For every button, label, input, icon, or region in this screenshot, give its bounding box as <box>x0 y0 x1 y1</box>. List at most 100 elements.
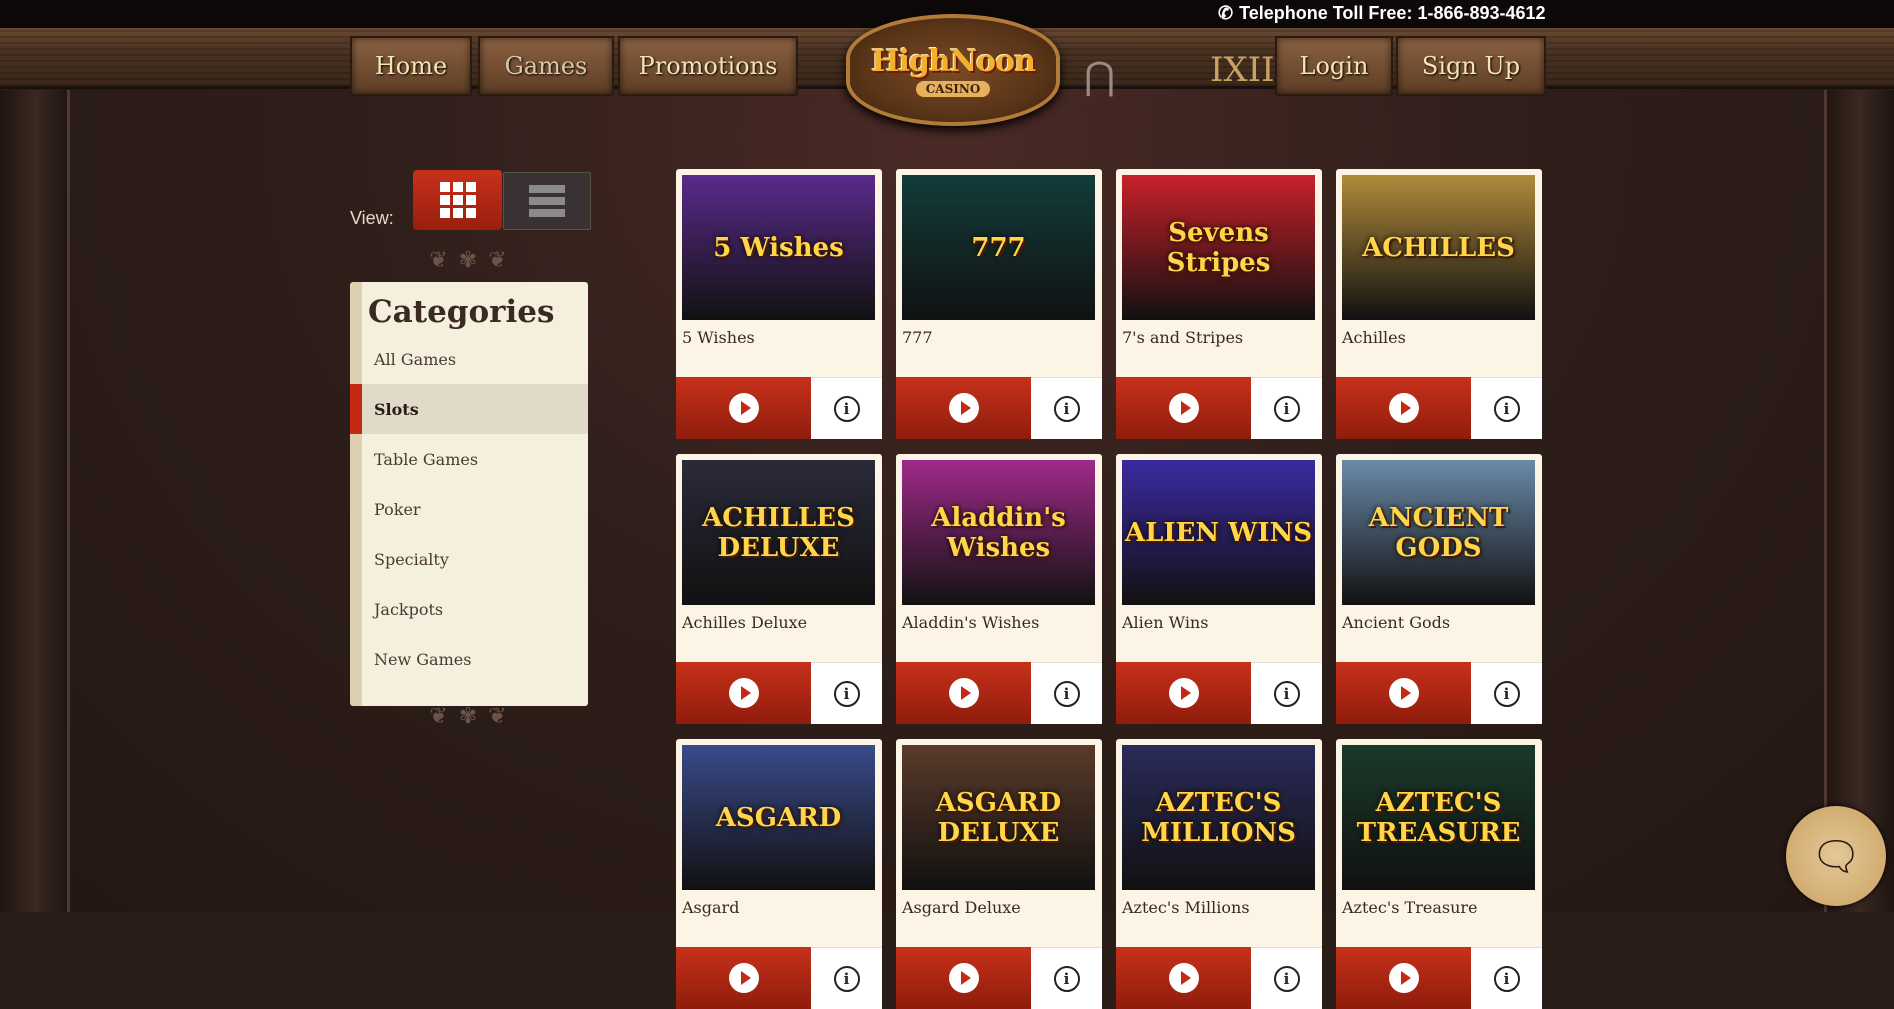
game-card[interactable]: ASGARD Asgard i <box>676 739 882 1009</box>
play-button[interactable] <box>896 377 1031 439</box>
game-actions: i <box>1336 662 1542 724</box>
play-button[interactable] <box>896 947 1031 1009</box>
category-jackpots[interactable]: Jackpots <box>362 584 588 634</box>
info-button[interactable]: i <box>1031 662 1102 724</box>
game-card[interactable]: ACHILLES DELUXE Achilles Deluxe i <box>676 454 882 724</box>
nav-login[interactable]: Login <box>1275 36 1393 96</box>
game-thumbnail[interactable]: AZTEC'S MILLIONS <box>1122 745 1315 890</box>
game-thumbnail[interactable]: AZTEC'S TREASURE <box>1342 745 1535 890</box>
play-button[interactable] <box>896 662 1031 724</box>
categories-title: Categories <box>368 294 555 330</box>
game-actions: i <box>1336 947 1542 1009</box>
info-icon: i <box>1273 395 1300 422</box>
play-icon <box>728 393 759 423</box>
info-button[interactable]: i <box>1031 377 1102 439</box>
category-slots[interactable]: Slots <box>350 384 588 434</box>
grid-icon <box>439 182 476 218</box>
play-button[interactable] <box>1336 377 1471 439</box>
nav-home[interactable]: Home <box>350 36 472 96</box>
game-name: Aztec's Treasure <box>1342 898 1478 917</box>
game-card[interactable]: ALIEN WINS Alien Wins i <box>1116 454 1322 724</box>
game-thumbnail[interactable]: 777 <box>902 175 1095 320</box>
game-name: Asgard Deluxe <box>902 898 1021 917</box>
game-card[interactable]: AZTEC'S TREASURE Aztec's Treasure i <box>1336 739 1542 1009</box>
play-button[interactable] <box>1336 662 1471 724</box>
play-icon <box>948 963 979 993</box>
play-icon <box>728 678 759 708</box>
game-thumbnail[interactable]: Sevens Stripes <box>1122 175 1315 320</box>
game-thumbnail[interactable]: ASGARD DELUXE <box>902 745 1095 890</box>
game-thumbnail[interactable]: ACHILLES DELUXE <box>682 460 875 605</box>
category-all-games[interactable]: All Games <box>362 334 588 384</box>
ornament-bottom-icon: ❦ ✾ ❦ <box>429 704 509 729</box>
info-icon: i <box>833 680 860 707</box>
game-actions: i <box>1116 377 1322 439</box>
info-button[interactable]: i <box>1031 947 1102 1009</box>
info-button[interactable]: i <box>1471 377 1542 439</box>
clock-icon: IXII <box>1210 50 1275 90</box>
play-button[interactable] <box>676 377 811 439</box>
play-icon <box>1388 963 1419 993</box>
game-actions: i <box>676 947 882 1009</box>
info-button[interactable]: i <box>1471 662 1542 724</box>
game-thumbnail[interactable]: 5 Wishes <box>682 175 875 320</box>
game-card[interactable]: 5 Wishes 5 Wishes i <box>676 169 882 439</box>
play-button[interactable] <box>1116 662 1251 724</box>
info-button[interactable]: i <box>1251 377 1322 439</box>
info-button[interactable]: i <box>811 662 882 724</box>
play-button[interactable] <box>1336 947 1471 1009</box>
game-thumbnail[interactable]: ALIEN WINS <box>1122 460 1315 605</box>
logo-text: HighNoon <box>871 43 1036 79</box>
chat-button[interactable]: 🗨 <box>1786 806 1886 906</box>
game-thumbnail[interactable]: ACHILLES <box>1342 175 1535 320</box>
game-thumbnail[interactable]: ANCIENT GODS <box>1342 460 1535 605</box>
game-thumbnail[interactable]: Aladdin's Wishes <box>902 460 1095 605</box>
game-name: Achilles <box>1342 328 1406 347</box>
info-button[interactable]: i <box>1251 662 1322 724</box>
game-card[interactable]: Sevens Stripes 7's and Stripes i <box>1116 169 1322 439</box>
list-view-button[interactable] <box>503 172 591 230</box>
play-button[interactable] <box>676 662 811 724</box>
left-frame <box>0 90 70 912</box>
play-button[interactable] <box>1116 947 1251 1009</box>
game-name: Alien Wins <box>1122 613 1209 632</box>
play-button[interactable] <box>676 947 811 1009</box>
info-button[interactable]: i <box>811 947 882 1009</box>
casino-logo[interactable]: HighNoon CASINO <box>846 14 1060 126</box>
phone-label: Telephone Toll Free: 1-866-893-4612 <box>1239 3 1546 23</box>
category-table-games[interactable]: Table Games <box>362 434 588 484</box>
play-icon <box>1168 963 1199 993</box>
game-thumbnail[interactable]: ASGARD <box>682 745 875 890</box>
category-poker[interactable]: Poker <box>362 484 588 534</box>
info-icon: i <box>833 965 860 992</box>
nav-promotions[interactable]: Promotions <box>618 36 798 96</box>
play-icon <box>948 393 979 423</box>
game-card[interactable]: ANCIENT GODS Ancient Gods i <box>1336 454 1542 724</box>
nav-signup[interactable]: Sign Up <box>1396 36 1546 96</box>
right-frame <box>1824 90 1894 912</box>
category-new-games[interactable]: New Games <box>362 634 588 684</box>
game-card[interactable]: AZTEC'S MILLIONS Aztec's Millions i <box>1116 739 1322 1009</box>
info-button[interactable]: i <box>1471 947 1542 1009</box>
game-card[interactable]: ASGARD DELUXE Asgard Deluxe i <box>896 739 1102 1009</box>
game-actions: i <box>1116 947 1322 1009</box>
game-actions: i <box>896 947 1102 1009</box>
game-card[interactable]: 777 777 i <box>896 169 1102 439</box>
game-name: Aladdin's Wishes <box>902 613 1040 632</box>
play-button[interactable] <box>1116 377 1251 439</box>
logo-subtext: CASINO <box>915 80 991 97</box>
game-name: Ancient Gods <box>1342 613 1451 632</box>
grid-view-button[interactable] <box>413 170 502 230</box>
game-card[interactable]: ACHILLES Achilles i <box>1336 169 1542 439</box>
info-icon: i <box>1053 395 1080 422</box>
info-button[interactable]: i <box>811 377 882 439</box>
phone-number: ✆ Telephone Toll Free: 1-866-893-4612 <box>1218 3 1546 24</box>
game-actions: i <box>896 662 1102 724</box>
info-button[interactable]: i <box>1251 947 1322 1009</box>
game-actions: i <box>1116 662 1322 724</box>
view-label: View: <box>350 208 394 228</box>
nav-games[interactable]: Games <box>478 36 614 96</box>
list-icon <box>529 185 565 217</box>
game-card[interactable]: Aladdin's Wishes Aladdin's Wishes i <box>896 454 1102 724</box>
category-specialty[interactable]: Specialty <box>362 534 588 584</box>
